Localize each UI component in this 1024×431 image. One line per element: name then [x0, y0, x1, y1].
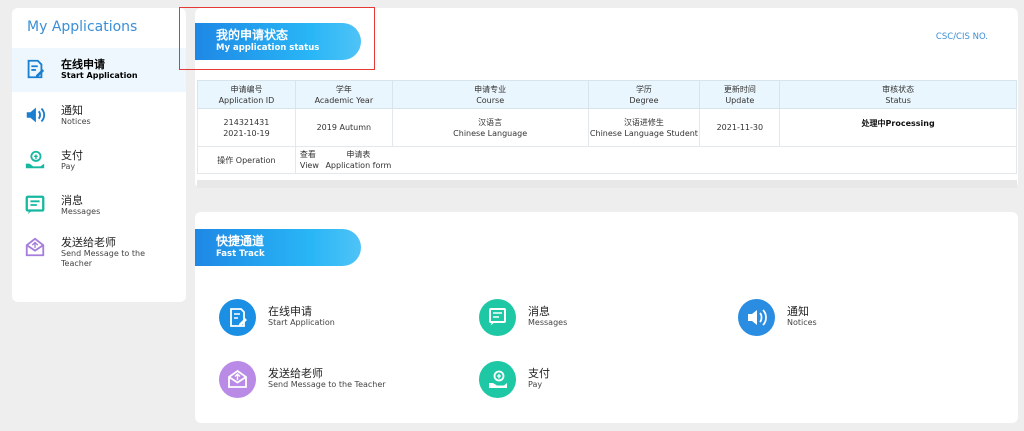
ft-label: 消息 [528, 305, 550, 318]
table-scrollbar-track[interactable] [197, 180, 1017, 188]
edit-document-icon [230, 308, 247, 327]
sidebar-item-pay[interactable]: 支付 Pay [12, 140, 186, 184]
pay-hand-icon [25, 150, 45, 169]
fast-track-start-application[interactable]: 在线申请 Start Application [219, 299, 419, 337]
update-cell: 2021-11-30 [699, 108, 781, 147]
sidebar-item-sublabel: Notices [61, 117, 91, 126]
ft-sublabel: Pay [528, 380, 543, 389]
message-icon [489, 308, 506, 326]
sidebar-item-start-application[interactable]: 在线申请 Start Application [12, 48, 186, 92]
ft-label: 通知 [787, 305, 809, 318]
sidebar-item-label: 支付 [61, 149, 83, 162]
ft-icon-circle [219, 299, 256, 336]
sidebar-item-label: 通知 [61, 104, 83, 117]
speaker-icon [748, 309, 767, 326]
application-table: 申请编号 Application ID 学年 Academic Year 申请专业 C… [197, 80, 1018, 174]
operation-row: 操作 Operation 查看 View 申请表 Application form [197, 146, 1018, 174]
sidebar-item-messages[interactable]: 消息 Messages [12, 186, 186, 230]
ft-icon-circle [738, 299, 775, 336]
sidebar-item-send-message-teacher[interactable]: 发送给老师 Send Message to the Teacher [12, 232, 186, 284]
degree-cell: 汉语进修生 Chinese Language Student [587, 108, 701, 147]
application-form-link[interactable]: 申请表 Application form [325, 149, 391, 171]
view-link[interactable]: 查看 View [300, 149, 319, 171]
ft-icon-circle [479, 299, 516, 336]
application-id-cell: 214321431 2021-10-19 [197, 108, 296, 147]
sidebar-title: My Applications [27, 19, 138, 35]
table-header-row: 申请编号 Application ID 学年 Academic Year 申请专业 C… [197, 80, 1017, 109]
column-header: 学年 Academic Year [294, 80, 393, 109]
ft-label: 在线申请 [268, 305, 312, 318]
operation-label: 操作 Operation [197, 146, 296, 174]
ft-sublabel: Start Application [268, 318, 335, 327]
sidebar-item-sublabel: Start Application [61, 71, 138, 80]
fast-track-messages[interactable]: 消息 Messages [479, 299, 639, 337]
column-header: 更新时间 Update [699, 80, 781, 109]
fast-track-pay[interactable]: 支付 Pay [479, 361, 639, 399]
column-header: 申请编号 Application ID [197, 80, 296, 109]
sidebar-item-label: 发送给老师 [61, 236, 116, 249]
operation-links: 查看 View 申请表 Application form [294, 146, 1018, 174]
sidebar-item-sublabel: Send Message to the Teacher [61, 249, 145, 268]
ft-sublabel: Send Message to the Teacher [268, 380, 386, 389]
sidebar-item-label: 在线申请 [61, 58, 105, 71]
course-cell: 汉语言 Chinese Language [391, 108, 589, 147]
fast-track-notices[interactable]: 通知 Notices [738, 299, 898, 337]
highlight-box [179, 7, 375, 70]
ft-sublabel: Notices [787, 318, 817, 327]
sidebar-item-label: 消息 [61, 194, 83, 207]
section-heading-en: Fast Track [216, 249, 265, 259]
sidebar-item-sublabel: Pay [61, 162, 76, 171]
column-header: 申请专业 Course [391, 80, 589, 109]
sidebar-item-sublabel: Messages [61, 207, 101, 216]
send-envelope-icon [228, 369, 247, 388]
academic-year-cell: 2019 Autumn [294, 108, 393, 147]
sidebar: My Applications 在线申请 Start Application 通… [12, 8, 186, 302]
sidebar-item-notices[interactable]: 通知 Notices [12, 94, 186, 138]
column-header: 审核状态 Status [779, 80, 1017, 109]
edit-document-icon [27, 59, 45, 79]
fast-track-card: 快捷通道 Fast Track 在线申请 Start Application 消… [195, 212, 1018, 423]
section-heading: 快捷通道 Fast Track [195, 229, 361, 266]
fast-track-send-message-teacher[interactable]: 发送给老师 Send Message to the Teacher [219, 361, 439, 399]
table-row: 214321431 2021-10-19 2019 Autumn 汉语言 Chine… [197, 108, 1017, 147]
status-cell: 处理中Processing [779, 108, 1017, 147]
ft-icon-circle [479, 361, 516, 398]
message-icon [25, 195, 45, 215]
pay-hand-icon [489, 370, 507, 388]
ft-label: 支付 [528, 367, 550, 380]
ft-icon-circle [219, 361, 256, 398]
ft-sublabel: Messages [528, 318, 568, 327]
send-envelope-icon [25, 237, 45, 257]
speaker-icon [26, 107, 46, 123]
column-header: 学历 Degree [587, 80, 701, 109]
ft-label: 发送给老师 [268, 367, 323, 380]
section-heading-zh: 快捷通道 [216, 234, 265, 248]
csc-cis-label: CSC/CIS NO. [935, 32, 988, 42]
